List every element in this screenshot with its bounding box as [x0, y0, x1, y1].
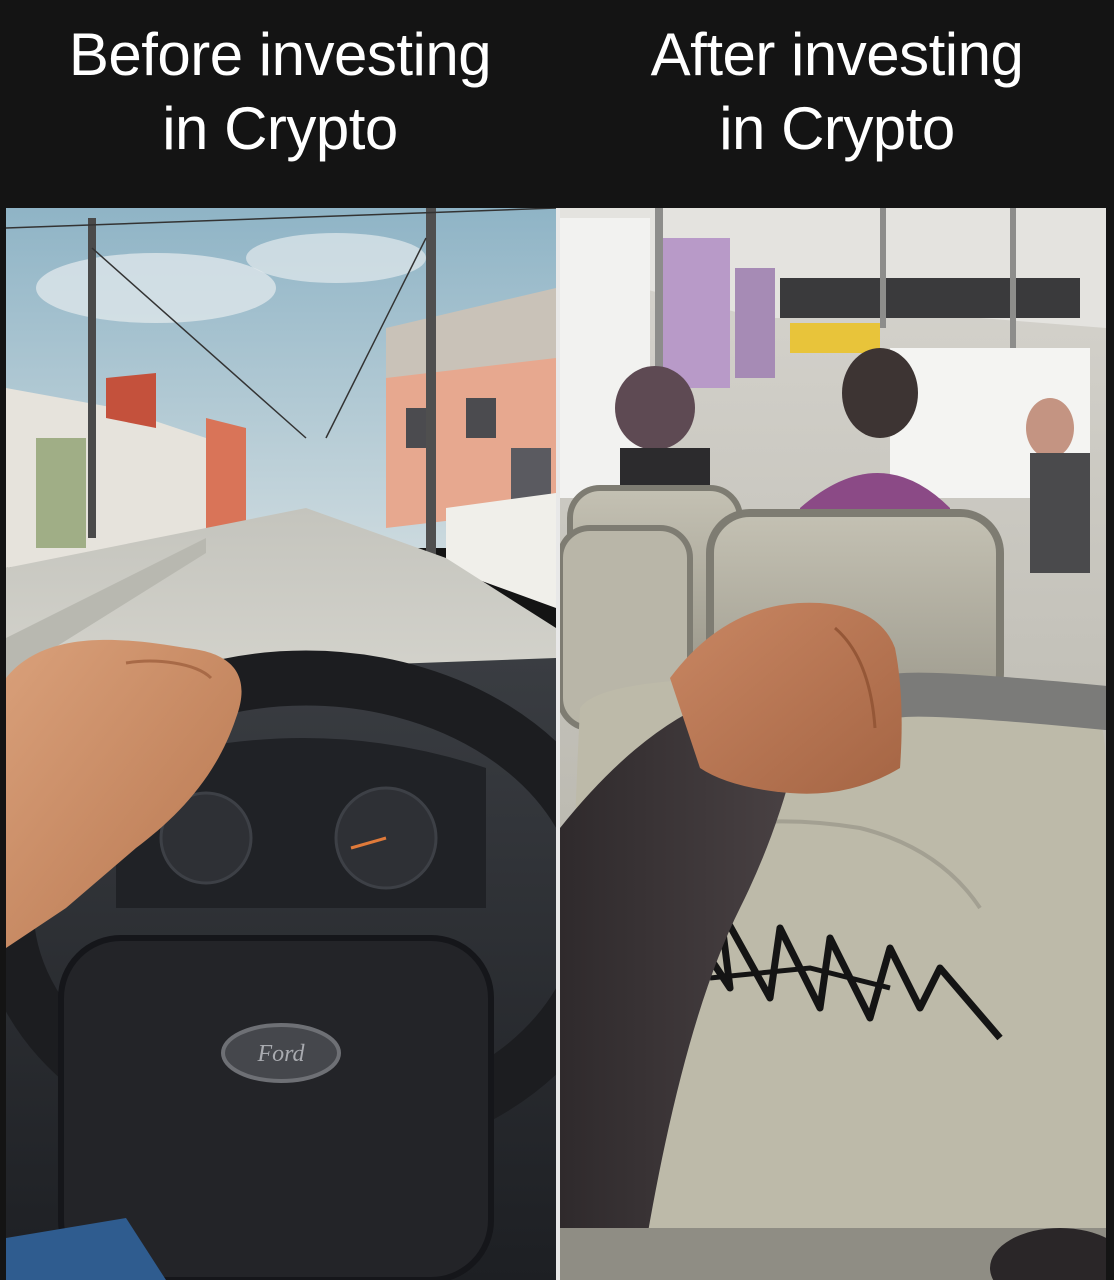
- passenger-head: [842, 348, 918, 438]
- pink-building: [206, 418, 246, 538]
- route-display: [790, 323, 880, 353]
- passenger-cap: [615, 366, 695, 450]
- cloud: [246, 233, 426, 283]
- caption-after-line1: After investing: [650, 21, 1024, 88]
- caption-after-line2: in Crypto: [719, 95, 955, 162]
- bus-window-curtain: [660, 238, 730, 388]
- hand-rail: [880, 208, 886, 328]
- car-scene-illustration: Ford: [6, 208, 556, 1280]
- passenger-far-body: [1030, 453, 1090, 573]
- utility-pole: [88, 218, 96, 538]
- frame-edge-right: [1106, 208, 1114, 1280]
- ceiling-panel: [780, 278, 1080, 318]
- passenger-far: [1026, 398, 1074, 458]
- caption-before: Before investing in Crypto: [0, 18, 560, 166]
- seat-grab-bar: [868, 672, 1106, 730]
- ford-logo-text: Ford: [256, 1041, 305, 1067]
- window: [466, 398, 496, 438]
- utility-pole: [426, 208, 436, 578]
- hand-rail: [1010, 208, 1016, 348]
- panel-riding-bus: [560, 208, 1106, 1280]
- bus-scene-illustration: [560, 208, 1106, 1280]
- tree: [36, 438, 86, 548]
- cloud: [36, 253, 276, 323]
- panel-driving-car: Ford: [6, 208, 556, 1280]
- bus-window-curtain: [735, 268, 775, 378]
- caption-before-line1: Before investing: [68, 21, 492, 88]
- caption-before-line2: in Crypto: [162, 95, 398, 162]
- caption-after: After investing in Crypto: [560, 18, 1114, 166]
